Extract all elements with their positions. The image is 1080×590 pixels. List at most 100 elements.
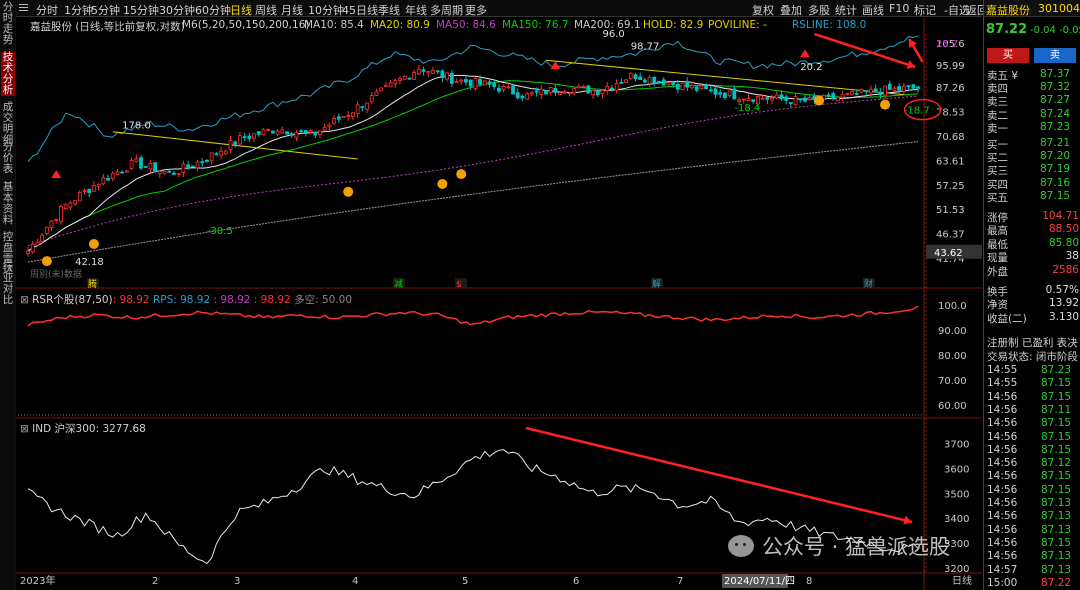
candle-body xyxy=(850,90,854,96)
candle-body xyxy=(511,85,515,95)
tick-time: 14:56 xyxy=(987,403,1018,416)
candle-body xyxy=(369,95,374,103)
candle-body xyxy=(883,85,887,96)
side-tab-4[interactable]: 基本资料 xyxy=(1,182,15,226)
side-tab-1[interactable]: 技术分析 xyxy=(1,52,15,96)
ma20-line xyxy=(27,74,919,252)
tick-row: 14:56 87.15 xyxy=(984,444,1080,457)
sell-signal-triangle xyxy=(550,61,561,70)
candle-body xyxy=(379,87,384,92)
x-tick-label: 4 xyxy=(352,576,358,587)
event-mark-0: 腾 xyxy=(88,278,97,290)
ask-row[interactable]: 卖三 87.27 xyxy=(984,94,1080,108)
candle-body xyxy=(760,97,765,100)
price-tick-label: 63.61 xyxy=(936,156,965,167)
candle-body xyxy=(393,80,398,85)
period-tab-10[interactable]: 45日线 xyxy=(342,2,378,18)
tick-time: 14:56 xyxy=(987,523,1018,536)
period-tab-4[interactable]: 30分钟 xyxy=(159,2,195,18)
period-tab-8[interactable]: 月线 xyxy=(281,2,303,18)
menu-icon[interactable] xyxy=(19,4,28,5)
tick-row: 14:56 87.13 xyxy=(984,524,1080,537)
period-tab-2[interactable]: 5分钟 xyxy=(91,2,120,18)
quote-header: 嘉益股份 301004 xyxy=(984,0,1080,17)
tick-row: 14:57 87.13 xyxy=(984,564,1080,577)
x-tick-label: 8 xyxy=(806,576,812,587)
side-tab-0[interactable]: 分时走势 xyxy=(1,2,15,46)
ask-row[interactable]: 卖四 87.32 xyxy=(984,81,1080,95)
book-price: 87.27 xyxy=(1040,94,1071,107)
tick-price: 87.22 xyxy=(1041,576,1072,589)
period-tab-7[interactable]: 周线 xyxy=(255,2,277,18)
ask-row[interactable]: 卖五 ¥ 87.37 xyxy=(984,68,1080,82)
buy-button[interactable]: 买 xyxy=(987,48,1029,63)
period-tab-0[interactable]: 分时 xyxy=(36,2,58,18)
event-mark-1: 减 xyxy=(394,278,403,290)
candle-body xyxy=(718,92,723,95)
rsr-close-icon[interactable]: ⊠ xyxy=(20,294,32,306)
ind-name: IND xyxy=(32,423,52,435)
period-tab-9[interactable]: 10分钟 xyxy=(308,2,344,18)
candle-body xyxy=(26,250,30,254)
candle-body xyxy=(383,84,388,87)
tool-button-1[interactable]: 叠加 xyxy=(780,2,802,18)
side-tab-3[interactable]: 分价表 xyxy=(1,142,15,175)
side-tab-6[interactable]: 行业对比 xyxy=(1,262,15,306)
tool-button-6[interactable]: 标记 xyxy=(914,2,936,18)
period-tab-1[interactable]: 1分钟 xyxy=(64,2,93,18)
ask-row[interactable]: 卖一 87.23 xyxy=(984,121,1080,135)
bid-row[interactable]: 买四 87.16 xyxy=(984,177,1080,191)
sell-button[interactable]: 卖 xyxy=(1034,48,1076,63)
candle-body xyxy=(431,70,435,74)
candle-body xyxy=(129,159,134,170)
period-tab-14[interactable]: 更多 xyxy=(465,2,487,18)
period-tab-13[interactable]: 多周期 xyxy=(430,2,463,18)
candle-body xyxy=(247,135,252,139)
candle-body xyxy=(553,87,558,93)
bid-row[interactable]: 买二 87.20 xyxy=(984,150,1080,164)
tick-row: 14:55 87.15 xyxy=(984,377,1080,390)
candle-body xyxy=(44,226,49,234)
tool-button-3[interactable]: 统计 xyxy=(835,2,857,18)
candle-body xyxy=(675,83,680,90)
candle-body xyxy=(473,78,478,89)
candle-body xyxy=(459,79,464,82)
ind-close-icon[interactable]: ⊠ xyxy=(20,423,32,435)
legend-ma10: MA10: 85.4 xyxy=(304,19,364,31)
period-tab-3[interactable]: 15分钟 xyxy=(123,2,159,18)
tick-row: 14:56 87.15 xyxy=(984,431,1080,444)
bid-row[interactable]: 买五 87.15 xyxy=(984,190,1080,204)
candle-body xyxy=(826,94,831,97)
candle-body xyxy=(143,166,148,168)
side-tab-2[interactable]: 成交明细 xyxy=(1,102,15,146)
tick-time: 14:56 xyxy=(987,430,1018,443)
stat-label: 外盘 xyxy=(987,265,1008,278)
candle-body xyxy=(708,89,713,92)
tool-button-0[interactable]: 复权 xyxy=(752,2,774,18)
legend-m6: M6(5,20,50,150,200,16) xyxy=(182,19,310,31)
period-tab-11[interactable]: 季线 xyxy=(378,2,400,18)
tool-button-2[interactable]: 多股 xyxy=(808,2,830,18)
period-tab-5[interactable]: 60分钟 xyxy=(195,2,231,18)
tool-button-4[interactable]: 画线 xyxy=(862,2,884,18)
candle-body xyxy=(647,76,652,85)
bid-row[interactable]: 买一 87.21 xyxy=(984,137,1080,151)
candle-body xyxy=(694,86,699,91)
candle-body xyxy=(148,162,153,170)
candle-body xyxy=(134,158,139,162)
period-tab-6[interactable]: 日线 xyxy=(230,2,252,18)
legend-ma200: MA200: 69.1 xyxy=(574,19,641,31)
candle-body xyxy=(680,82,685,90)
candle-body xyxy=(139,157,143,169)
tool-button-5[interactable]: F10 xyxy=(889,2,909,15)
stat-value: 85.80 xyxy=(1048,236,1079,249)
candle-body xyxy=(793,96,798,106)
candle-body xyxy=(492,82,497,87)
x-tick-label: 2023年 xyxy=(20,574,55,587)
candle-body xyxy=(270,130,275,134)
period-tab-12[interactable]: 年线 xyxy=(405,2,427,18)
candle-body xyxy=(421,69,426,72)
candle-body xyxy=(332,118,336,124)
ask-row[interactable]: 卖二 87.24 xyxy=(984,108,1080,122)
bid-row[interactable]: 买三 87.19 xyxy=(984,163,1080,177)
